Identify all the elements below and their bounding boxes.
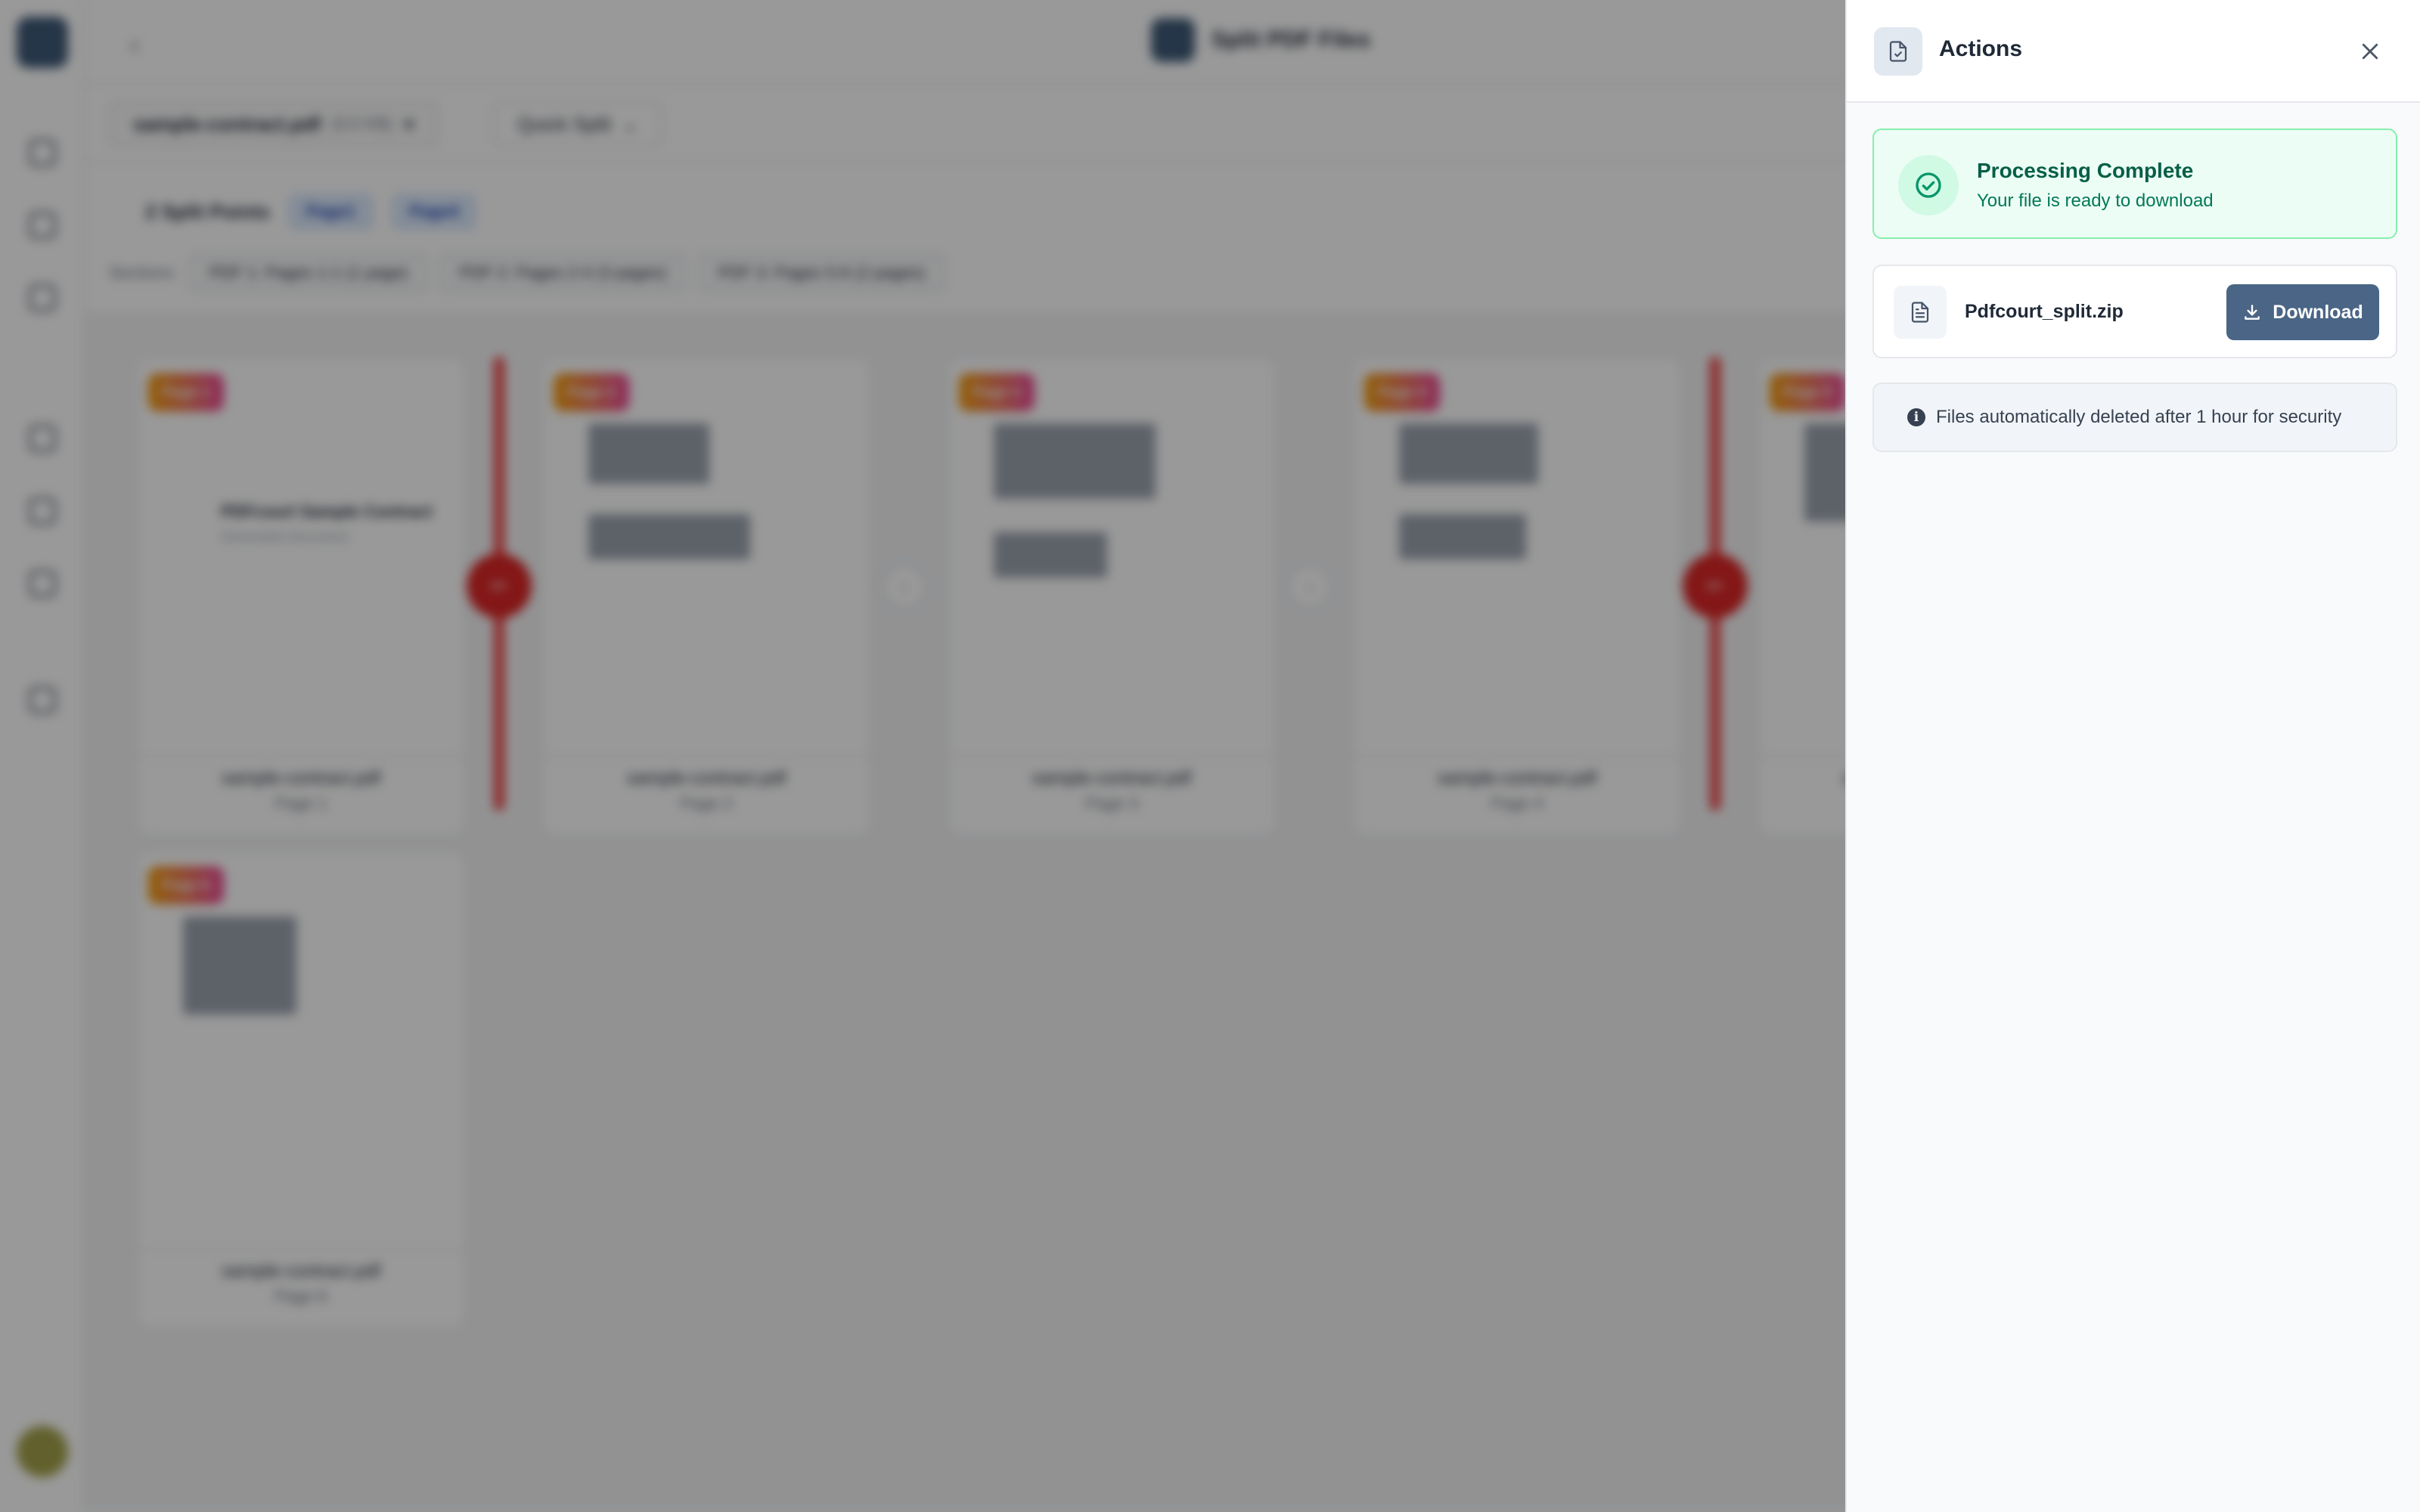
file-check-icon [1874,27,1922,76]
success-title: Processing Complete [1977,159,2194,182]
processing-complete-card: Processing Complete Your file is ready t… [1872,129,2397,239]
download-icon [2245,305,2260,320]
output-file-name: Pdfcourt_split.zip [1965,301,2124,322]
panel-header: Actions [1847,0,2420,103]
close-icon [2362,43,2378,60]
actions-panel: Actions Processing Complete Your file is… [1845,0,2420,1512]
info-icon: i [1907,408,1925,426]
auto-delete-text: Files automatically deleted after 1 hour… [1936,407,2342,427]
download-label: Download [2273,301,2363,323]
output-file-card: Pdfcourt_split.zip Download [1872,265,2397,358]
file-text-icon [1894,286,1947,339]
panel-title: Actions [1939,36,2023,61]
check-circle-icon [1898,155,1959,215]
download-button[interactable]: Download [2226,284,2379,340]
close-button[interactable] [2350,32,2390,71]
auto-delete-notice: i Files automatically deleted after 1 ho… [1872,383,2397,452]
success-subtitle: Your file is ready to download [1977,191,2214,211]
